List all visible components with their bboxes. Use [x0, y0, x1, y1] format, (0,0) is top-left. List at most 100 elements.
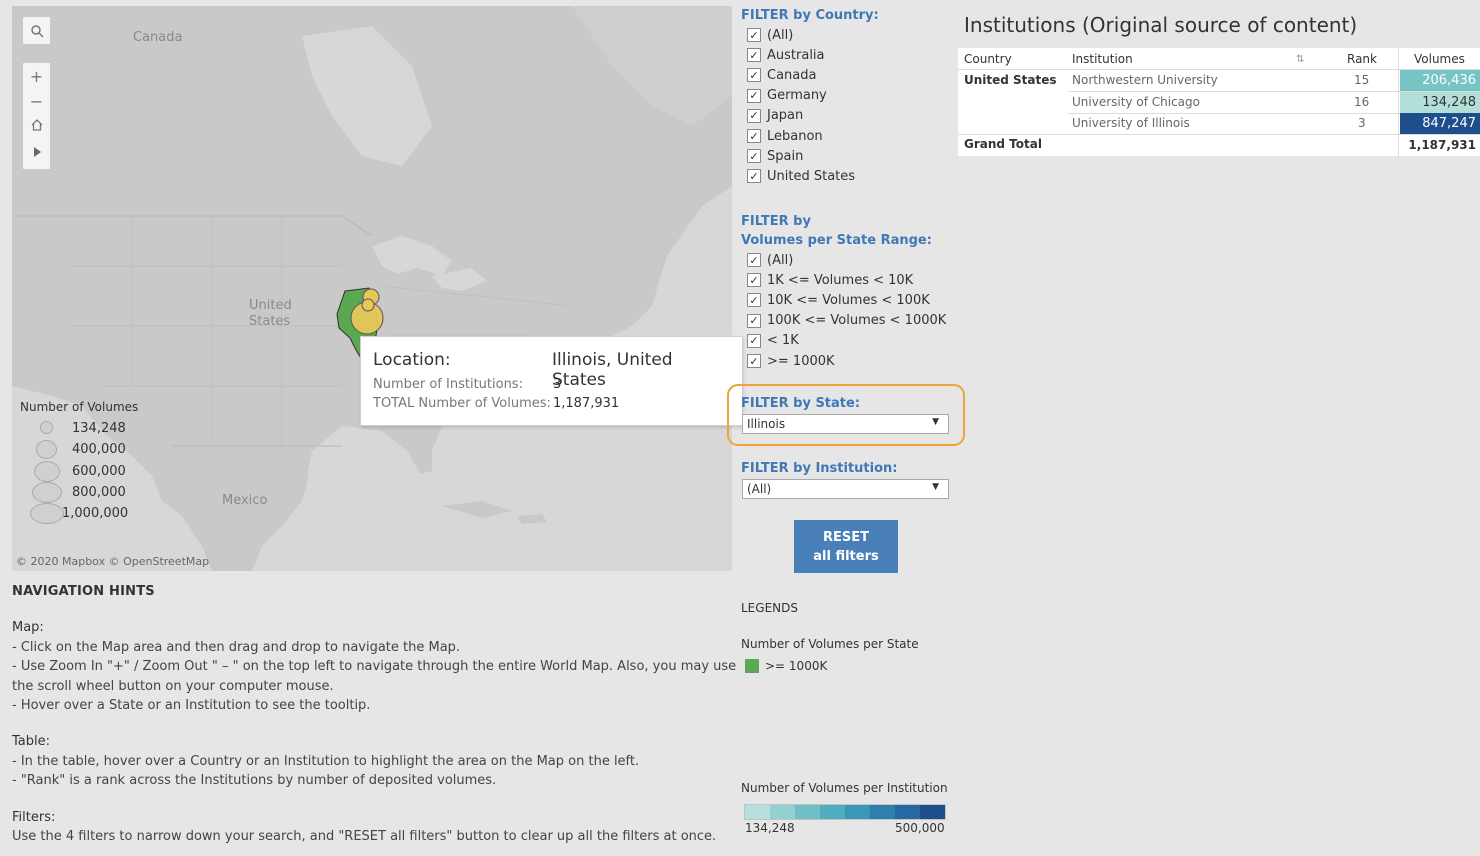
- reset-all-filters-button[interactable]: RESET all filters: [794, 520, 898, 573]
- tooltip-location-label: Location:: [373, 350, 451, 370]
- size-legend-item: 1,000,000: [20, 503, 160, 525]
- legend-state-item: >= 1000K: [765, 659, 828, 673]
- table-row-institution[interactable]: Northwestern University: [1072, 70, 1218, 91]
- map-zoom-controls: + −: [22, 62, 51, 170]
- filter-state-title: FILTER by State:: [741, 396, 861, 411]
- legend-gradient-min: 134,248: [745, 821, 795, 835]
- table-row-rank: 15: [1354, 73, 1370, 87]
- gradient-step: [895, 805, 920, 819]
- tooltip-volumes-value: 1,187,931: [553, 396, 620, 411]
- table-row-institution[interactable]: University of Illinois: [1072, 113, 1190, 134]
- checkbox[interactable]: ✓: [747, 129, 761, 144]
- caret-down-icon: ▼: [932, 417, 939, 427]
- table-row-volumes: 206,436: [1400, 70, 1480, 91]
- filter-range-option[interactable]: ✓ 100K <= Volumes < 1000K: [747, 311, 946, 331]
- home-icon[interactable]: [23, 113, 50, 137]
- legend-state-swatch: [745, 659, 759, 673]
- row-country[interactable]: United States: [964, 70, 1057, 91]
- table-row-volumes: 847,247: [1400, 113, 1480, 134]
- tooltip-institutions-label: Number of Institutions:: [373, 377, 523, 392]
- gradient-step: [920, 805, 945, 819]
- filter-country-option[interactable]: ✓ Australia: [747, 45, 855, 65]
- filter-country-option[interactable]: ✓ Canada: [747, 65, 855, 85]
- filter-country-option[interactable]: ✓ Japan: [747, 106, 855, 126]
- institutions-table: Country Institution ⇅ Rank Volumes Unite…: [958, 48, 1480, 156]
- size-legend: Number of Volumes 134,248 400,000 600,00…: [20, 400, 160, 525]
- checkbox[interactable]: ✓: [747, 48, 761, 63]
- filter-country-option[interactable]: ✓ Spain: [747, 146, 855, 166]
- sort-icon[interactable]: ⇅: [1296, 49, 1304, 70]
- checkbox[interactable]: ✓: [747, 68, 761, 83]
- filter-range-option[interactable]: ✓ >= 1000K: [747, 351, 946, 371]
- legend-institution-title: Number of Volumes per Institution: [741, 781, 948, 795]
- hints-table-title: Table:: [12, 734, 50, 750]
- checkbox[interactable]: ✓: [747, 293, 761, 308]
- legends-title: LEGENDS: [741, 601, 798, 615]
- gradient-step: [845, 805, 870, 819]
- checkbox[interactable]: ✓: [747, 149, 761, 164]
- legend-gradient-max: 500,000: [895, 821, 945, 835]
- header-rank[interactable]: Rank: [1347, 49, 1377, 70]
- map-tooltip: Location: Illinois, United States Number…: [360, 336, 743, 426]
- hints-table-line: - In the table, hover over a Country or …: [12, 753, 640, 769]
- filter-country-option[interactable]: ✓ United States: [747, 166, 855, 186]
- filter-country-option[interactable]: ✓ (All): [747, 25, 855, 45]
- checkbox[interactable]: ✓: [747, 28, 761, 43]
- institution-filter-dropdown[interactable]: (All) ▼: [742, 479, 949, 499]
- filter-range-option[interactable]: ✓ (All): [747, 250, 946, 270]
- filter-range-title-line2: Volumes per State Range:: [741, 233, 932, 248]
- plus-icon[interactable]: +: [23, 63, 50, 89]
- hints-title: NAVIGATION HINTS: [12, 584, 155, 599]
- filter-country-option[interactable]: ✓ Lebanon: [747, 126, 855, 146]
- header-volumes[interactable]: Volumes: [1414, 49, 1465, 70]
- filter-range-title-line1: FILTER by: [741, 214, 811, 229]
- map-label-canada: Canada: [133, 30, 183, 45]
- filter-range-list: ✓ (All) ✓ 1K <= Volumes < 10K ✓ 10K <= Volu…: [747, 250, 946, 371]
- hints-filters-line: Use the 4 filters to narrow down your se…: [12, 829, 717, 845]
- tooltip-institutions-value: 3: [553, 377, 562, 392]
- caret-down-icon: ▼: [932, 482, 939, 492]
- header-institution[interactable]: Institution: [1072, 49, 1133, 70]
- hints-map-line: - Use Zoom In "+" / Zoom Out " – " on th…: [12, 659, 737, 694]
- table-row-volumes: 134,248: [1400, 92, 1480, 113]
- map-label-united-states: United States: [249, 298, 292, 329]
- grand-total-value: 1,187,931: [1408, 138, 1476, 152]
- hints-table-line: - "Rank" is a rank across the Institutio…: [12, 773, 497, 789]
- filter-range-option[interactable]: ✓ < 1K: [747, 331, 946, 351]
- map-search-control[interactable]: [22, 16, 51, 45]
- gradient-step: [745, 805, 770, 819]
- map-label-mexico: Mexico: [222, 493, 268, 508]
- minus-icon[interactable]: −: [23, 89, 50, 113]
- navigation-hints: NAVIGATION HINTS Map: - Click on the Map…: [12, 582, 737, 846]
- tooltip-volumes-label: TOTAL Number of Volumes:: [373, 396, 551, 411]
- table-row-institution[interactable]: University of Chicago: [1072, 92, 1200, 113]
- size-legend-title: Number of Volumes: [20, 400, 139, 414]
- play-icon[interactable]: [23, 137, 50, 167]
- hints-map-line: - Click on the Map area and then drag an…: [12, 639, 461, 655]
- size-legend-item: 400,000: [20, 439, 160, 460]
- checkbox[interactable]: ✓: [747, 313, 761, 328]
- filter-range-option[interactable]: ✓ 1K <= Volumes < 10K: [747, 270, 946, 290]
- table-row-rank: 3: [1358, 116, 1366, 130]
- size-legend-item: 600,000: [20, 460, 160, 482]
- search-icon[interactable]: [23, 17, 50, 44]
- checkbox[interactable]: ✓: [747, 108, 761, 123]
- filter-country-option[interactable]: ✓ Germany: [747, 86, 855, 106]
- gradient-step: [870, 805, 895, 819]
- checkbox[interactable]: ✓: [747, 88, 761, 103]
- checkbox[interactable]: ✓: [747, 354, 761, 369]
- checkbox[interactable]: ✓: [747, 169, 761, 184]
- map-attribution: © 2020 Mapbox © OpenStreetMap: [16, 555, 210, 568]
- header-country[interactable]: Country: [964, 49, 1012, 70]
- filter-institution-title: FILTER by Institution:: [741, 461, 898, 476]
- filter-country-title: FILTER by Country:: [741, 8, 879, 23]
- checkbox[interactable]: ✓: [747, 253, 761, 268]
- filter-country-list: ✓ (All) ✓ Australia ✓ Canada ✓ Germany ✓ Japa…: [747, 25, 855, 187]
- filter-range-option[interactable]: ✓ 10K <= Volumes < 100K: [747, 290, 946, 310]
- institution-filter-value: (All): [747, 482, 772, 496]
- map-area[interactable]: Canada United States Mexico + − Number o…: [12, 6, 732, 571]
- legend-state-title: Number of Volumes per State: [741, 637, 919, 651]
- checkbox[interactable]: ✓: [747, 333, 761, 348]
- checkbox[interactable]: ✓: [747, 273, 761, 288]
- state-filter-dropdown[interactable]: Illinois ▼: [742, 414, 949, 434]
